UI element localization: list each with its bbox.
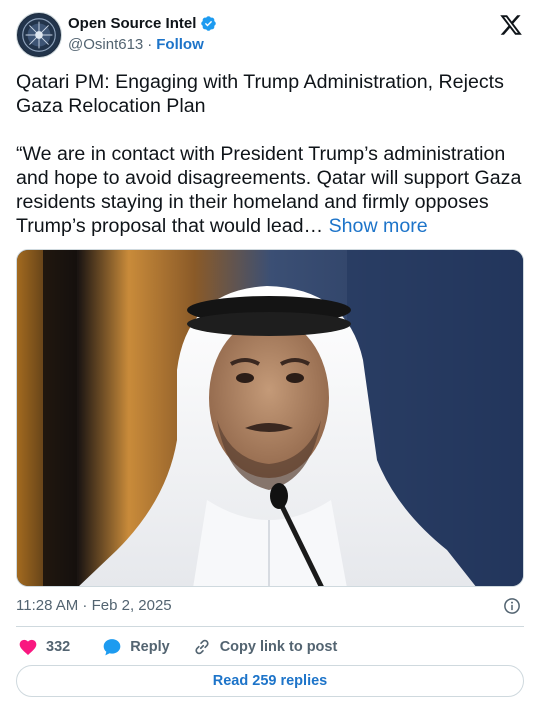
- tweet-body-text: “We are in contact with President Trump’…: [16, 143, 522, 237]
- verified-badge-icon: [201, 16, 217, 31]
- follow-button[interactable]: Follow: [156, 36, 204, 53]
- tweet-timestamp[interactable]: 11:28 AM · Feb 2, 2025: [16, 597, 172, 614]
- x-logo-icon[interactable]: [499, 13, 523, 37]
- tweet-card: Open Source Intel @Osint613 · Follow Qat…: [0, 0, 540, 713]
- tweet-text: Qatari PM: Engaging with Trump Administr…: [16, 70, 526, 238]
- photo-speaker-at-microphone: [17, 250, 523, 586]
- reply-button[interactable]: Reply: [102, 637, 170, 657]
- author-display-name[interactable]: Open Source Intel: [68, 15, 196, 32]
- author-handle[interactable]: @Osint613: [68, 36, 143, 53]
- copy-link-button[interactable]: Copy link to post: [192, 637, 338, 657]
- heart-icon: [19, 639, 37, 655]
- tweet-body: “We are in contact with President Trump’…: [16, 142, 526, 238]
- divider: [16, 626, 524, 627]
- tweet-title: Qatari PM: Engaging with Trump Administr…: [16, 71, 504, 117]
- like-button[interactable]: 332: [18, 637, 70, 657]
- read-replies-button[interactable]: Read 259 replies: [16, 665, 524, 697]
- like-count: 332: [46, 639, 71, 655]
- link-icon: [195, 639, 209, 655]
- author-name-row: Open Source Intel: [68, 15, 217, 32]
- speech-bubble-icon: [103, 639, 121, 656]
- avatar[interactable]: [16, 12, 62, 58]
- show-more-link[interactable]: Show more: [329, 215, 428, 237]
- action-bar: 332 Reply Copy link to post: [18, 636, 337, 658]
- reply-label: Reply: [130, 639, 170, 655]
- tweet-photo[interactable]: [16, 249, 524, 587]
- author-handle-row: @Osint613 · Follow: [68, 36, 204, 53]
- avatar-emblem-icon: [17, 13, 61, 57]
- separator-dot: ·: [147, 36, 153, 53]
- info-icon[interactable]: [503, 597, 521, 615]
- copy-link-label: Copy link to post: [219, 639, 338, 655]
